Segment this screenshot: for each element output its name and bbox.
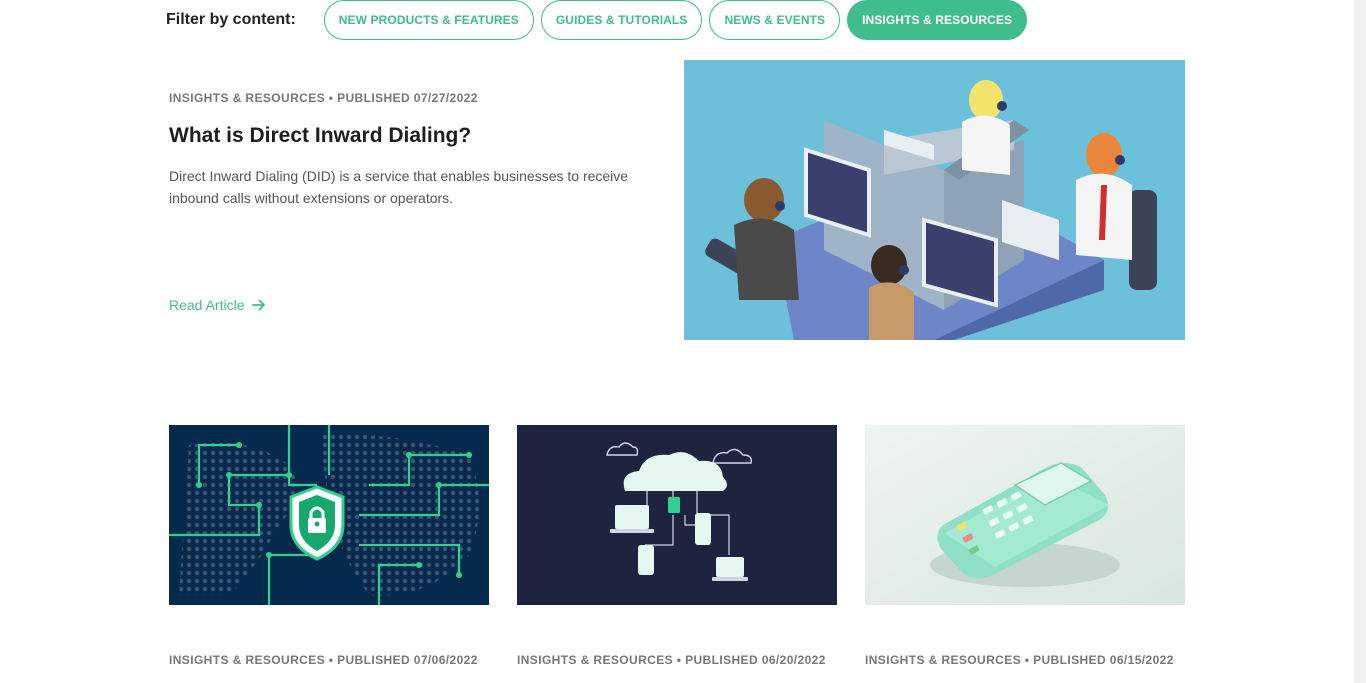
filter-chip-new-products[interactable]: NEW PRODUCTS & FEATURES [323, 0, 534, 40]
article-card-meta: INSIGHTS & RESOURCES • PUBLISHED 06/15/2… [865, 653, 1174, 667]
page-scrollbar[interactable] [1354, 0, 1366, 683]
article-card[interactable]: INSIGHTS & RESOURCES • PUBLISHED 07/06/2… [169, 425, 489, 667]
read-article-label: Read Article [169, 297, 245, 313]
cloud-devices-illustration [517, 425, 837, 605]
filter-chip-news[interactable]: NEWS & EVENTS [709, 0, 841, 40]
article-card-image[interactable] [865, 425, 1185, 605]
arrow-right-icon [252, 299, 266, 311]
filter-label: Filter by content: [166, 11, 296, 28]
featured-article: INSIGHTS & RESOURCES • PUBLISHED 07/27/2… [169, 60, 1185, 340]
article-card-meta: INSIGHTS & RESOURCES • PUBLISHED 07/06/2… [169, 653, 478, 667]
article-card-meta: INSIGHTS & RESOURCES • PUBLISHED 06/20/2… [517, 653, 826, 667]
call-center-illustration [684, 60, 1185, 340]
payment-terminal-illustration [865, 425, 1185, 605]
featured-article-image[interactable] [684, 60, 1185, 340]
article-card[interactable]: INSIGHTS & RESOURCES • PUBLISHED 06/15/2… [865, 425, 1185, 667]
featured-article-title[interactable]: What is Direct Inward Dialing? [169, 124, 471, 148]
article-card-image[interactable] [169, 425, 489, 605]
security-map-illustration [169, 425, 489, 605]
featured-article-meta: INSIGHTS & RESOURCES • PUBLISHED 07/27/2… [169, 91, 478, 105]
article-card[interactable]: INSIGHTS & RESOURCES • PUBLISHED 06/20/2… [517, 425, 837, 667]
article-card-image[interactable] [517, 425, 837, 605]
featured-article-description: Direct Inward Dialing (DID) is a service… [169, 168, 629, 206]
read-article-link[interactable]: Read Article [169, 297, 266, 313]
content-filter-bar: Filter by content: NEW PRODUCTS & FEATUR… [166, 0, 1034, 40]
filter-chip-guides[interactable]: GUIDES & TUTORIALS [540, 0, 703, 40]
filter-chip-insights[interactable]: INSIGHTS & RESOURCES [847, 0, 1028, 40]
